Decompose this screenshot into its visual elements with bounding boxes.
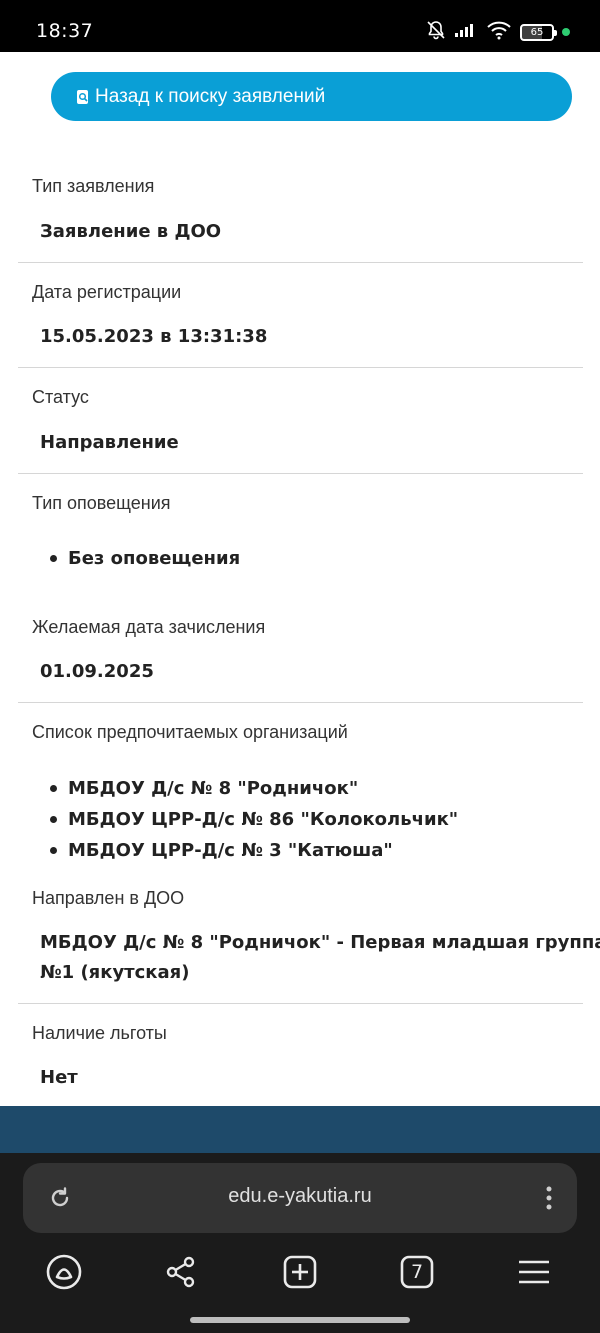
directed-value-line1: МБДОУ Д/с № 8 "Родничок" - Первая младша… xyxy=(40,932,600,953)
list-item: МБДОУ ЦРР-Д/с № 3 "Катюша" xyxy=(50,840,393,861)
preferred-org-2: МБДОУ ЦРР-Д/с № 86 "Колокольчик" xyxy=(68,809,459,830)
benefit-value: Нет xyxy=(40,1067,78,1088)
status-icons: 65 xyxy=(426,20,570,44)
application-type-label: Тип заявления xyxy=(32,176,155,196)
divider xyxy=(18,702,583,703)
list-item: Без оповещения xyxy=(50,548,240,569)
notification-type-label: Тип оповещения xyxy=(32,493,171,513)
benefit-label: Наличие льготы xyxy=(32,1023,167,1043)
directed-value-line2: №1 (якутская) xyxy=(40,962,190,983)
battery-icon: 65 xyxy=(520,23,557,41)
address-bar[interactable]: edu.e-yakutia.ru xyxy=(23,1163,577,1233)
bullet-icon xyxy=(50,816,57,823)
battery-level: 65 xyxy=(530,26,544,38)
divider xyxy=(18,473,583,474)
notification-type-value: Без оповещения xyxy=(68,548,241,569)
status-label: Статус xyxy=(32,387,89,407)
bullet-icon xyxy=(50,785,57,792)
list-item: МБДОУ Д/с № 8 "Родничок" xyxy=(50,778,358,799)
divider xyxy=(18,262,583,263)
desired-date-value: 01.09.2025 xyxy=(40,661,154,682)
directed-label: Направлен в ДОО xyxy=(32,888,185,908)
new-tab-icon[interactable] xyxy=(280,1252,320,1292)
registration-date-label: Дата регистрации xyxy=(32,282,182,302)
wifi-icon xyxy=(486,20,512,44)
menu-icon[interactable] xyxy=(514,1252,554,1292)
share-icon[interactable] xyxy=(161,1252,201,1292)
tabs-count: 7 xyxy=(410,1261,424,1283)
search-doc-icon xyxy=(75,89,91,105)
registration-date-value: 15.05.2023 в 13:31:38 xyxy=(40,326,268,347)
bell-muted-icon xyxy=(426,20,446,44)
preferred-org-1: МБДОУ Д/с № 8 "Родничок" xyxy=(68,778,359,799)
bullet-icon xyxy=(50,847,57,854)
more-vert-icon[interactable] xyxy=(541,1183,557,1213)
site-footer xyxy=(0,1106,600,1156)
preferred-orgs-label: Список предпочитаемых организаций xyxy=(32,722,348,742)
desired-date-label: Желаемая дата зачисления xyxy=(32,617,266,637)
divider xyxy=(18,1003,583,1004)
application-type-value: Заявление в ДОО xyxy=(40,221,222,242)
tabs-count-button[interactable]: 7 xyxy=(397,1252,437,1292)
browser-chrome: edu.e-yakutia.ru 7 xyxy=(0,1153,600,1333)
gesture-bar[interactable] xyxy=(190,1317,410,1323)
back-button-label: Назад к поиску заявлений xyxy=(95,85,326,107)
status-bar: 18:37 65 xyxy=(0,0,600,52)
browser-nav: 7 xyxy=(0,1248,600,1298)
back-to-search-button[interactable]: Назад к поиску заявлений xyxy=(51,72,572,121)
list-item: МБДОУ ЦРР-Д/с № 86 "Колокольчик" xyxy=(50,809,458,830)
status-value: Направление xyxy=(40,432,179,453)
signal-icon xyxy=(454,22,478,42)
divider xyxy=(18,367,583,368)
preferred-org-3: МБДОУ ЦРР-Д/с № 3 "Катюша" xyxy=(68,840,393,861)
bullet-icon xyxy=(50,555,57,562)
status-time: 18:37 xyxy=(36,20,94,42)
privacy-indicator-icon xyxy=(562,28,570,36)
url-text[interactable]: edu.e-yakutia.ru xyxy=(23,1185,577,1208)
home-icon[interactable] xyxy=(44,1252,84,1292)
